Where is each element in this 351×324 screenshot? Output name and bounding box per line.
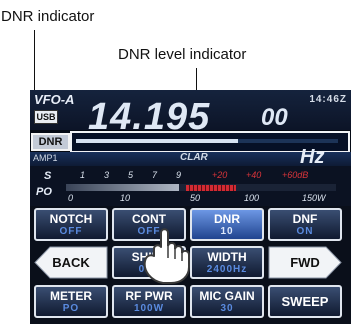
fwd-button[interactable]: FWD (268, 246, 342, 279)
s-tick: 7 (152, 170, 158, 180)
cont-label: CONT (132, 212, 166, 226)
rf-pwr-value: 100W (133, 303, 165, 314)
s-tick: 5 (128, 170, 134, 180)
back-button[interactable]: BACK (34, 246, 108, 279)
dnr-label: DNR (214, 212, 240, 226)
radio-touch-display: VFO-A USB 14.195 00 14:46Z DNR AMP1 CLAR… (30, 90, 351, 324)
clar-label: CLAR (180, 152, 208, 163)
dnf-label: DNF (292, 212, 318, 226)
rf-pwr-button[interactable]: RF PWR 100W (112, 285, 186, 318)
sweep-button[interactable]: SWEEP (268, 285, 342, 318)
mic-gain-value: 30 (220, 303, 234, 314)
meter-value: PO (62, 303, 80, 314)
fwd-label: FWD (290, 255, 320, 270)
po-tick: 50 (190, 193, 201, 203)
dnf-button[interactable]: DNF ON (268, 208, 342, 241)
dnr-indicator: DNR (31, 133, 70, 151)
amp-label: AMP1 (33, 153, 58, 163)
dnr-level-track (76, 139, 338, 143)
status-strip: AMP1 CLAR Hz (30, 146, 351, 168)
po-tick: 0 (68, 193, 74, 203)
notch-button[interactable]: NOTCH OFF (34, 208, 108, 241)
po-tick: 10 (120, 193, 131, 203)
meter-fill (66, 184, 180, 191)
meter-button[interactable]: METER PO (34, 285, 108, 318)
mic-gain-button[interactable]: MIC GAIN 30 (190, 285, 264, 318)
vfo-label: VFO-A (34, 92, 75, 107)
frequency-display: VFO-A USB 14.195 00 14:46Z (30, 90, 351, 138)
clock: 14:46Z (309, 94, 347, 105)
s-label: S (44, 170, 52, 182)
meter-peak (186, 185, 236, 191)
dnr-level-fill (76, 139, 239, 143)
s-tick: 1 (80, 170, 86, 180)
po-tick: 100 (244, 193, 260, 203)
notch-value: OFF (59, 226, 83, 237)
s-tick: 9 (176, 170, 182, 180)
po-tick: 150W (302, 193, 326, 203)
frequency-fraction: 00 (261, 104, 288, 131)
dnr-indicator-callout: DNR indicator (1, 8, 95, 25)
s-tick: +20 (212, 170, 228, 180)
meter-label: METER (50, 289, 92, 303)
mode-badge: USB (34, 110, 58, 124)
rf-pwr-label: RF PWR (125, 289, 173, 303)
hand-pointer-icon (143, 228, 190, 284)
sweep-label: SWEEP (281, 294, 329, 309)
s-po-meter: S PO 1 3 5 7 9 +20 +40 +60dB 0 10 50 100… (30, 166, 351, 206)
dnr-level-indicator-callout: DNR level indicator (118, 46, 247, 63)
dnf-value: ON (296, 226, 314, 237)
s-tick: +40 (246, 170, 262, 180)
back-label: BACK (52, 255, 90, 270)
po-label: PO (36, 186, 52, 198)
s-tick: +60dB (282, 170, 309, 180)
mic-gain-label: MIC GAIN (199, 289, 255, 303)
s-tick: 3 (104, 170, 110, 180)
notch-label: NOTCH (49, 212, 93, 226)
